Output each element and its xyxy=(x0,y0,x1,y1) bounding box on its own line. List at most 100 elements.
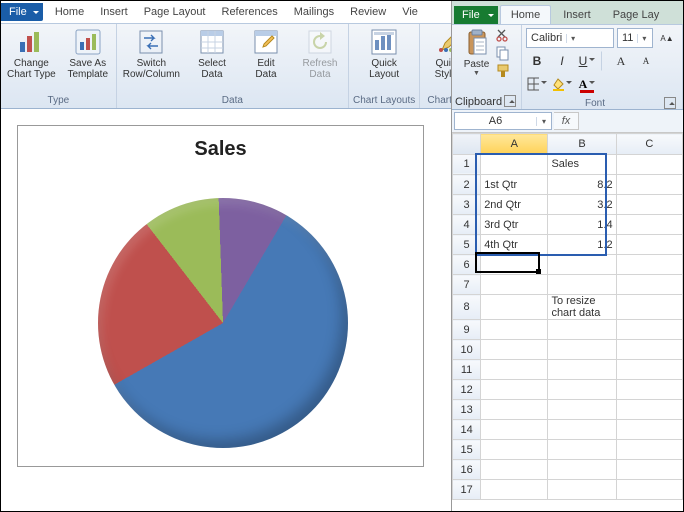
cut-icon[interactable] xyxy=(494,27,512,43)
cell-a5[interactable]: 4th Qtr xyxy=(481,235,548,255)
row-header[interactable]: 1 xyxy=(453,154,481,175)
tab-page-layout-right[interactable]: Page Lay xyxy=(603,6,669,24)
cell-b10[interactable] xyxy=(548,340,616,360)
cell-a17[interactable] xyxy=(481,480,548,500)
paste-icon[interactable] xyxy=(462,27,492,59)
row-header[interactable]: 4 xyxy=(453,215,481,235)
cell-a10[interactable] xyxy=(481,340,548,360)
cell-a1[interactable] xyxy=(481,154,548,175)
cell-c15[interactable] xyxy=(616,440,682,460)
cell-b1[interactable]: Sales xyxy=(548,154,616,175)
cell-c10[interactable] xyxy=(616,340,682,360)
cell-a2[interactable]: 1st Qtr xyxy=(481,175,548,195)
cell-c11[interactable] xyxy=(616,360,682,380)
file-tab-left[interactable]: File xyxy=(1,3,43,21)
tab-home[interactable]: Home xyxy=(47,3,92,21)
cell-a13[interactable] xyxy=(481,400,548,420)
worksheet-grid[interactable]: A B C 1 Sales 21st Qtr8.2 32nd Qtr3.2 43rd Q… xyxy=(452,133,683,511)
col-header-c[interactable]: C xyxy=(616,134,682,155)
row-header[interactable]: 8 xyxy=(453,295,481,320)
row-header[interactable]: 17 xyxy=(453,480,481,500)
cell-c5[interactable] xyxy=(616,235,682,255)
cell-b13[interactable] xyxy=(548,400,616,420)
tab-insert[interactable]: Insert xyxy=(92,3,136,21)
italic-icon[interactable]: I xyxy=(551,51,573,71)
select-all-corner[interactable] xyxy=(453,134,481,155)
cell-c9[interactable] xyxy=(616,320,682,340)
tab-insert-right[interactable]: Insert xyxy=(553,6,601,24)
clipboard-dialog-launcher[interactable] xyxy=(504,95,516,107)
cell-c16[interactable] xyxy=(616,460,682,480)
cell-c2[interactable] xyxy=(616,175,682,195)
cell-b4[interactable]: 1.4 xyxy=(548,215,616,235)
cell-a11[interactable] xyxy=(481,360,548,380)
cell-a14[interactable] xyxy=(481,420,548,440)
tab-review[interactable]: Review xyxy=(342,3,394,21)
cell-b12[interactable] xyxy=(548,380,616,400)
cell-a8[interactable] xyxy=(481,295,548,320)
cell-b16[interactable] xyxy=(548,460,616,480)
cell-c7[interactable] xyxy=(616,275,682,295)
cell-c6[interactable] xyxy=(616,255,682,275)
chart-object[interactable]: Sales xyxy=(17,125,424,467)
cell-a12[interactable] xyxy=(481,380,548,400)
quick-layout-button[interactable]: Quick Layout xyxy=(360,26,408,80)
paste-label[interactable]: Paste xyxy=(464,59,490,70)
select-data-button[interactable]: Select Data xyxy=(188,26,236,80)
edit-data-button[interactable]: Edit Data xyxy=(242,26,290,80)
col-header-b[interactable]: B xyxy=(548,134,616,155)
cell-a6[interactable] xyxy=(481,255,548,275)
cell-b15[interactable] xyxy=(548,440,616,460)
cell-a3[interactable]: 2nd Qtr xyxy=(481,195,548,215)
chart-title[interactable]: Sales xyxy=(18,138,423,161)
row-header[interactable]: 13 xyxy=(453,400,481,420)
row-header[interactable]: 7 xyxy=(453,275,481,295)
font-size-combo[interactable]: 11▾ xyxy=(617,28,653,48)
increase-font-a-icon[interactable]: A xyxy=(610,51,632,71)
row-header[interactable]: 12 xyxy=(453,380,481,400)
cell-a7[interactable] xyxy=(481,275,548,295)
fx-icon[interactable]: fx xyxy=(554,112,579,130)
row-header[interactable]: 5 xyxy=(453,235,481,255)
row-header[interactable]: 6 xyxy=(453,255,481,275)
cell-c13[interactable] xyxy=(616,400,682,420)
name-box[interactable]: A6▾ xyxy=(454,112,552,130)
grow-font-icon[interactable]: A▲ xyxy=(656,28,678,48)
row-header[interactable]: 15 xyxy=(453,440,481,460)
bold-icon[interactable]: B xyxy=(526,51,548,71)
cell-b6[interactable] xyxy=(548,255,616,275)
cell-c4[interactable] xyxy=(616,215,682,235)
format-painter-icon[interactable] xyxy=(494,63,512,79)
cell-a9[interactable] xyxy=(481,320,548,340)
cell-c17[interactable] xyxy=(616,480,682,500)
font-name-combo[interactable]: Calibri▾ xyxy=(526,28,614,48)
cell-b2[interactable]: 8.2 xyxy=(548,175,616,195)
decrease-font-a-icon[interactable]: A xyxy=(635,51,657,71)
switch-row-column-button[interactable]: Switch Row/Column xyxy=(121,26,182,80)
change-chart-type-button[interactable]: Change Chart Type xyxy=(5,26,58,80)
row-header[interactable]: 9 xyxy=(453,320,481,340)
cell-c14[interactable] xyxy=(616,420,682,440)
col-header-a[interactable]: A xyxy=(481,134,548,155)
font-dialog-launcher[interactable] xyxy=(664,97,676,109)
cell-a4[interactable]: 3rd Qtr xyxy=(481,215,548,235)
cell-c1[interactable] xyxy=(616,154,682,175)
tab-page-layout[interactable]: Page Layout xyxy=(136,3,214,21)
tab-references[interactable]: References xyxy=(214,3,286,21)
cell-b17[interactable] xyxy=(548,480,616,500)
cell-b3[interactable]: 3.2 xyxy=(548,195,616,215)
fill-color-icon[interactable] xyxy=(551,74,573,94)
cell-b5[interactable]: 1.2 xyxy=(548,235,616,255)
cell-b9[interactable] xyxy=(548,320,616,340)
cell-b8[interactable]: To resize chart data xyxy=(548,295,616,320)
tab-mailings[interactable]: Mailings xyxy=(286,3,342,21)
cell-b11[interactable] xyxy=(548,360,616,380)
row-header[interactable]: 10 xyxy=(453,340,481,360)
borders-icon[interactable] xyxy=(526,74,548,94)
row-header[interactable]: 3 xyxy=(453,195,481,215)
cell-a16[interactable] xyxy=(481,460,548,480)
underline-icon[interactable]: U xyxy=(576,51,598,71)
row-header[interactable]: 2 xyxy=(453,175,481,195)
font-color-icon[interactable]: A xyxy=(576,74,598,94)
row-header[interactable]: 11 xyxy=(453,360,481,380)
